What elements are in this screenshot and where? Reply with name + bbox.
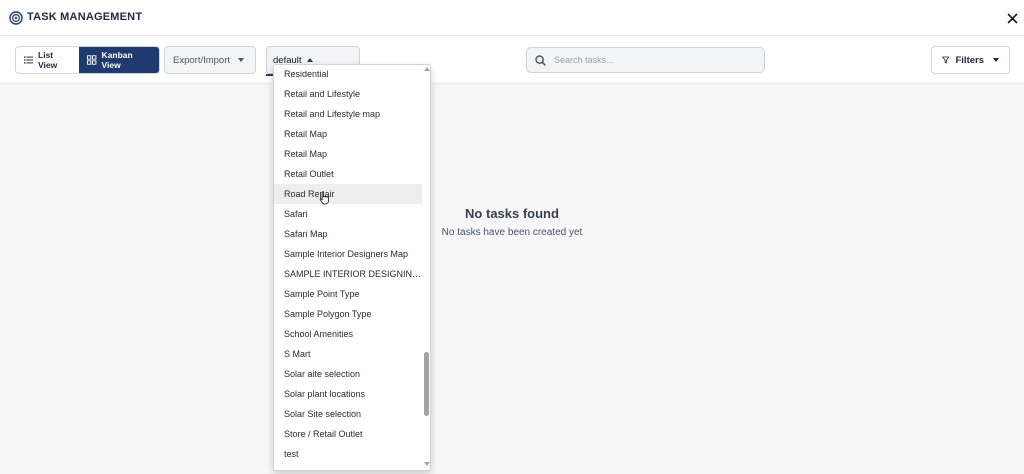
search-input[interactable] <box>554 55 754 65</box>
scroll-up-arrow-icon[interactable] <box>424 67 430 71</box>
hand-pointer-cursor-icon <box>319 191 329 205</box>
dropdown-item[interactable]: Solar plant locations <box>274 384 422 404</box>
funnel-icon <box>942 56 950 64</box>
app-header: TASK MANAGEMENT <box>0 0 1024 36</box>
dropdown-item[interactable]: Retail Outlet <box>274 164 422 184</box>
dropdown-item[interactable]: Solar Site selection <box>274 404 422 424</box>
kanban-view-button[interactable]: Kanban View <box>79 47 159 73</box>
kanban-view-label: Kanban View <box>101 50 133 70</box>
export-import-button[interactable]: Export/Import <box>164 46 256 74</box>
dropdown-item[interactable]: Retail and Lifestyle map <box>274 104 422 124</box>
dropdown-item[interactable]: Retail and Lifestyle <box>274 84 422 104</box>
dropdown-item[interactable]: S Mart <box>274 344 422 364</box>
dropdown-item[interactable]: Retail Map <box>274 124 422 144</box>
dropdown-item[interactable]: Store / Retail Outlet <box>274 424 422 444</box>
close-button[interactable] <box>1002 8 1022 28</box>
dropdown-item[interactable]: SAMPLE INTERIOR DESIGNING... <box>274 264 422 284</box>
grid-icon <box>87 55 97 65</box>
app-title: TASK MANAGEMENT <box>27 11 143 23</box>
dropdown-scrollbar[interactable] <box>423 65 430 470</box>
dropdown-item[interactable]: Solar aite selection <box>274 364 422 384</box>
layer-dropdown-menu: Residential Retail and Lifestyle Retail … <box>273 64 431 471</box>
close-icon <box>1006 12 1018 24</box>
search-box[interactable] <box>526 47 765 73</box>
list-icon <box>24 56 34 64</box>
empty-state-subtitle: No tasks have been created yet <box>441 227 583 238</box>
filters-label: Filters <box>955 54 984 66</box>
chevron-down-icon <box>238 58 245 62</box>
target-logo-icon <box>9 11 23 25</box>
list-view-button[interactable]: List View <box>16 47 80 73</box>
chevron-down-icon <box>993 58 999 62</box>
view-toggle: List View Kanban View <box>15 46 160 74</box>
dropdown-list: Residential Retail and Lifestyle Retail … <box>274 65 422 464</box>
dropdown-item[interactable]: Sample Point Type <box>274 284 422 304</box>
toolbar: List View Kanban View Export/Import defa… <box>0 36 1024 84</box>
scrollbar-thumb[interactable] <box>424 352 429 416</box>
export-import-label: Export/Import <box>173 54 231 66</box>
list-view-label: List View <box>38 50 58 70</box>
scroll-down-arrow-icon[interactable] <box>424 462 430 466</box>
dropdown-item-hovered[interactable]: Road Repair <box>274 184 422 204</box>
dropdown-item[interactable]: Safari <box>274 204 422 224</box>
chevron-up-icon <box>306 58 313 62</box>
dropdown-item[interactable]: Safari Map <box>274 224 422 244</box>
dropdown-item[interactable]: Sample Polygon Type <box>274 304 422 324</box>
search-icon <box>535 54 546 66</box>
filters-button[interactable]: Filters <box>931 46 1010 74</box>
dropdown-item[interactable]: Retail Map <box>274 144 422 164</box>
empty-state: No tasks found No tasks have been create… <box>412 206 612 238</box>
empty-state-title: No tasks found <box>465 206 559 221</box>
dropdown-item[interactable]: test <box>274 444 422 464</box>
dropdown-item[interactable]: Residential <box>274 65 422 84</box>
dropdown-item[interactable]: School Amenities <box>274 324 422 344</box>
dropdown-item[interactable]: Sample Interior Designers Map <box>274 244 422 264</box>
